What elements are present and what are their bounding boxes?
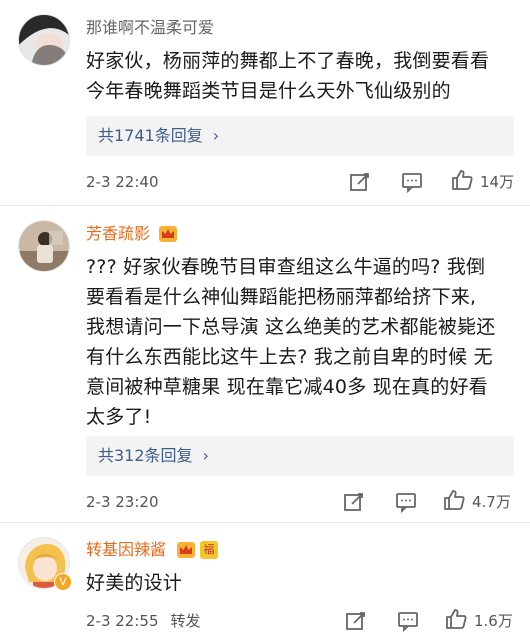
thumbs-up-icon[interactable] bbox=[444, 607, 468, 631]
comment-text-line: 意间被种草糖果 现在靠它减40多 现在真的好看 bbox=[86, 376, 488, 398]
comment-icon[interactable] bbox=[396, 609, 420, 633]
like-count: 4.7万 bbox=[472, 493, 511, 511]
username[interactable]: 转基因辣酱 bbox=[86, 540, 166, 560]
comment-text-line: 要看看是什么神仙舞蹈能把杨丽萍都给挤下来, bbox=[86, 286, 477, 308]
replies-button[interactable]: 共312条回复 › bbox=[86, 436, 514, 476]
timestamp: 2-3 22:55 bbox=[86, 612, 159, 630]
timestamp: 2-3 22:40 bbox=[86, 173, 159, 191]
comment-text-line: ??? 好家伙春晚节目审查组这么牛逼的吗? 我倒 bbox=[86, 256, 486, 278]
avatar[interactable] bbox=[18, 14, 70, 66]
edit-share-icon[interactable] bbox=[342, 490, 366, 514]
comment-icon[interactable] bbox=[400, 170, 424, 194]
comment-1: 那谁啊不温柔可爱 好家伙，杨丽萍的舞都上不了春晚，我倒要看看 今年春晚舞蹈类节目… bbox=[0, 0, 530, 205]
avatar[interactable] bbox=[18, 220, 70, 272]
fu-badge: 福 bbox=[200, 541, 218, 559]
vip-crown-icon bbox=[159, 226, 177, 242]
comment-text-line: 好家伙，杨丽萍的舞都上不了春晚，我倒要看看 bbox=[86, 50, 490, 72]
comment-2: 芳香疏影 ??? 好家伙春晚节目审查组这么牛逼的吗? 我倒 要看看是什么神仙舞蹈… bbox=[0, 206, 530, 522]
dark-hair-woman-avatar-icon bbox=[19, 15, 69, 65]
comment-text: ??? 好家伙春晚节目审查组这么牛逼的吗? 我倒 要看看是什么神仙舞蹈能把杨丽萍… bbox=[86, 252, 506, 432]
thumbs-up-icon[interactable] bbox=[442, 488, 466, 512]
vip-crown-icon bbox=[177, 542, 195, 558]
chevron-right-icon: › bbox=[212, 126, 220, 145]
comment-text-line: 好美的设计 bbox=[86, 572, 183, 594]
meta: 2-3 22:55 转发 bbox=[86, 611, 201, 631]
username[interactable]: 那谁啊不温柔可爱 bbox=[86, 18, 214, 38]
comment-icon[interactable] bbox=[394, 490, 418, 514]
forward-link[interactable]: 转发 bbox=[171, 612, 201, 630]
comment-text-line: 今年春晚舞蹈类节目是什么天外飞仙级别的 bbox=[86, 80, 451, 102]
comment-text: 好家伙，杨丽萍的舞都上不了春晚，我倒要看看 今年春晚舞蹈类节目是什么天外飞仙级别… bbox=[86, 46, 506, 106]
verified-badge: V bbox=[54, 573, 72, 591]
like-count: 14万 bbox=[480, 173, 515, 191]
username[interactable]: 芳香疏影 bbox=[86, 224, 150, 244]
replies-label: 共312条回复 bbox=[98, 446, 193, 465]
comment-text: 好美的设计 bbox=[86, 568, 506, 598]
replies-label: 共1741条回复 bbox=[98, 126, 203, 145]
comment-text-line: 我想请问一下总导演 这么绝美的艺术都能被毙还 bbox=[86, 316, 496, 338]
edit-share-icon[interactable] bbox=[348, 170, 372, 194]
comment-text-line: 太多了! bbox=[86, 406, 152, 428]
comment-text-line: 有什么东西能比这牛上去? 我之前自卑的时候 无 bbox=[86, 346, 493, 368]
like-count: 1.6万 bbox=[474, 612, 513, 630]
chevron-right-icon: › bbox=[202, 446, 209, 465]
comment-3: V 转基因辣酱 福 好美的设计 2-3 22:55 转发 1.6万 bbox=[0, 523, 530, 640]
replies-button[interactable]: 共1741条回复 › bbox=[86, 116, 514, 156]
thumbs-up-icon[interactable] bbox=[450, 168, 474, 192]
woman-sitting-avatar-icon bbox=[19, 221, 69, 271]
edit-share-icon[interactable] bbox=[344, 609, 368, 633]
timestamp: 2-3 23:20 bbox=[86, 493, 159, 511]
